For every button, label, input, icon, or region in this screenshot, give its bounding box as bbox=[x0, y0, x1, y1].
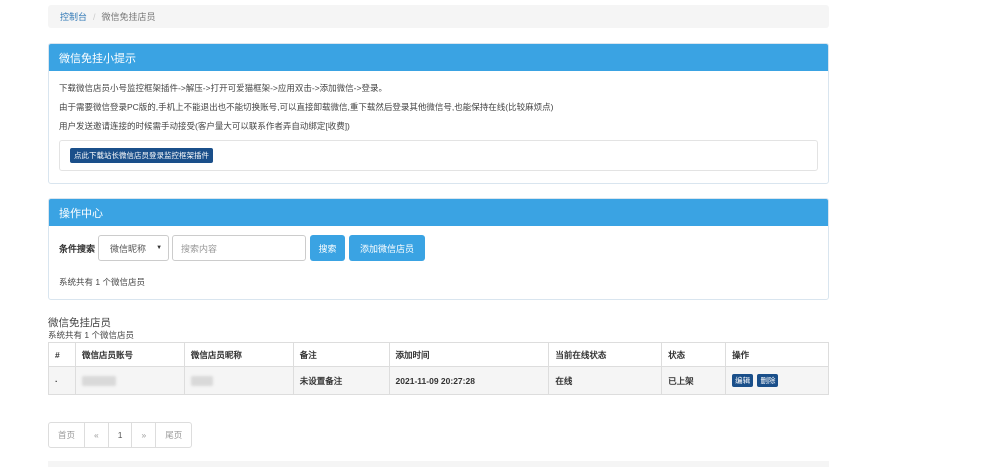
pagination-page-1[interactable]: 1 bbox=[109, 423, 133, 447]
tip-line-3: 用户发送邀请连接的时候需手动接受(客户量大可以联系作者弄自动绑定[收费]) bbox=[59, 121, 350, 131]
row-add-time: 2021-11-09 20:27:28 bbox=[388, 366, 550, 395]
row-actions: 编辑 删除 bbox=[725, 366, 829, 395]
tip-line-1: 下载微信店员小号监控框架插件->解压->打开可爱猫框架->应用双击->添加微信-… bbox=[59, 83, 387, 93]
search-input[interactable]: 搜索内容 bbox=[172, 235, 307, 261]
pagination-next[interactable]: » bbox=[132, 423, 157, 447]
list-subtitle: 系统共有 1 个微信店员 bbox=[48, 330, 134, 340]
column-header-online-status: 当前在线状态 bbox=[548, 342, 663, 367]
pagination-first[interactable]: 首页 bbox=[49, 423, 86, 447]
list-title: 微信免挂店员 bbox=[48, 317, 111, 329]
table-row: · 未设置备注 2021-11-09 20:27:28 在线 已上架 编辑 删除 bbox=[48, 366, 829, 395]
download-box: 点此下载站长微信店员登录监控框架插件 bbox=[59, 140, 818, 171]
column-header-nickname: 微信店员昵称 bbox=[183, 342, 294, 367]
column-header-add-time: 添加时间 bbox=[388, 342, 550, 367]
pagination-prev[interactable]: « bbox=[85, 423, 109, 447]
tips-panel: 微信免挂小提示 下载微信店员小号监控框架插件->解压->打开可爱猫框架->应用双… bbox=[48, 43, 829, 184]
add-wechat-clerk-button[interactable]: 添加微信店员 bbox=[349, 235, 426, 261]
tip-line-2: 由于需要微信登录PC版的,手机上不能退出也不能切换账号,可以直接卸载微信,重下载… bbox=[59, 102, 554, 112]
tips-panel-title: 微信免挂小提示 bbox=[49, 44, 828, 71]
breadcrumb-current: 微信免挂店员 bbox=[101, 12, 156, 22]
search-field-select-value: 微信昵称 bbox=[110, 243, 147, 254]
operations-panel-title: 操作中心 bbox=[49, 199, 828, 226]
column-header-status: 状态 bbox=[661, 342, 727, 367]
row-remark: 未设置备注 bbox=[292, 366, 390, 395]
row-index: · bbox=[48, 366, 76, 395]
clerk-table: # 微信店员账号 微信店员昵称 备注 添加时间 当前在线状态 状态 操作 · 未… bbox=[48, 342, 829, 395]
footer-bar bbox=[48, 461, 829, 467]
delete-button[interactable]: 删除 bbox=[757, 374, 779, 387]
caret-down-icon: ▼ bbox=[156, 245, 163, 251]
edit-button[interactable]: 编辑 bbox=[732, 374, 754, 387]
search-label: 条件搜索 bbox=[59, 243, 96, 254]
row-status: 已上架 bbox=[661, 366, 727, 395]
row-nickname-redacted bbox=[183, 366, 294, 395]
breadcrumb: 控制台 / 微信免挂店员 bbox=[48, 5, 829, 28]
column-header-index: # bbox=[48, 342, 76, 367]
row-online-status: 在线 bbox=[548, 366, 663, 395]
table-header-row: # 微信店员账号 微信店员昵称 备注 添加时间 当前在线状态 状态 操作 bbox=[48, 342, 829, 367]
operations-panel: 操作中心 条件搜索 微信昵称 ▼ 搜索内容 搜索 添加微信店员 系统共有 1 个… bbox=[48, 198, 829, 300]
column-header-account: 微信店员账号 bbox=[74, 342, 185, 367]
pagination-last[interactable]: 尾页 bbox=[156, 423, 191, 447]
row-account-redacted bbox=[74, 366, 185, 395]
search-field-select[interactable]: 微信昵称 ▼ bbox=[98, 235, 170, 261]
search-row: 条件搜索 微信昵称 ▼ 搜索内容 搜索 添加微信店员 bbox=[59, 235, 818, 261]
column-header-actions: 操作 bbox=[725, 342, 829, 367]
system-count-text: 系统共有 1 个微信店员 bbox=[59, 277, 145, 287]
breadcrumb-separator: / bbox=[93, 11, 96, 22]
column-header-remark: 备注 bbox=[292, 342, 390, 367]
download-plugin-button[interactable]: 点此下载站长微信店员登录监控框架插件 bbox=[70, 148, 213, 163]
pagination: 首页 « 1 » 尾页 bbox=[48, 422, 193, 448]
breadcrumb-home-link[interactable]: 控制台 bbox=[60, 10, 87, 23]
search-button[interactable]: 搜索 bbox=[310, 235, 346, 261]
